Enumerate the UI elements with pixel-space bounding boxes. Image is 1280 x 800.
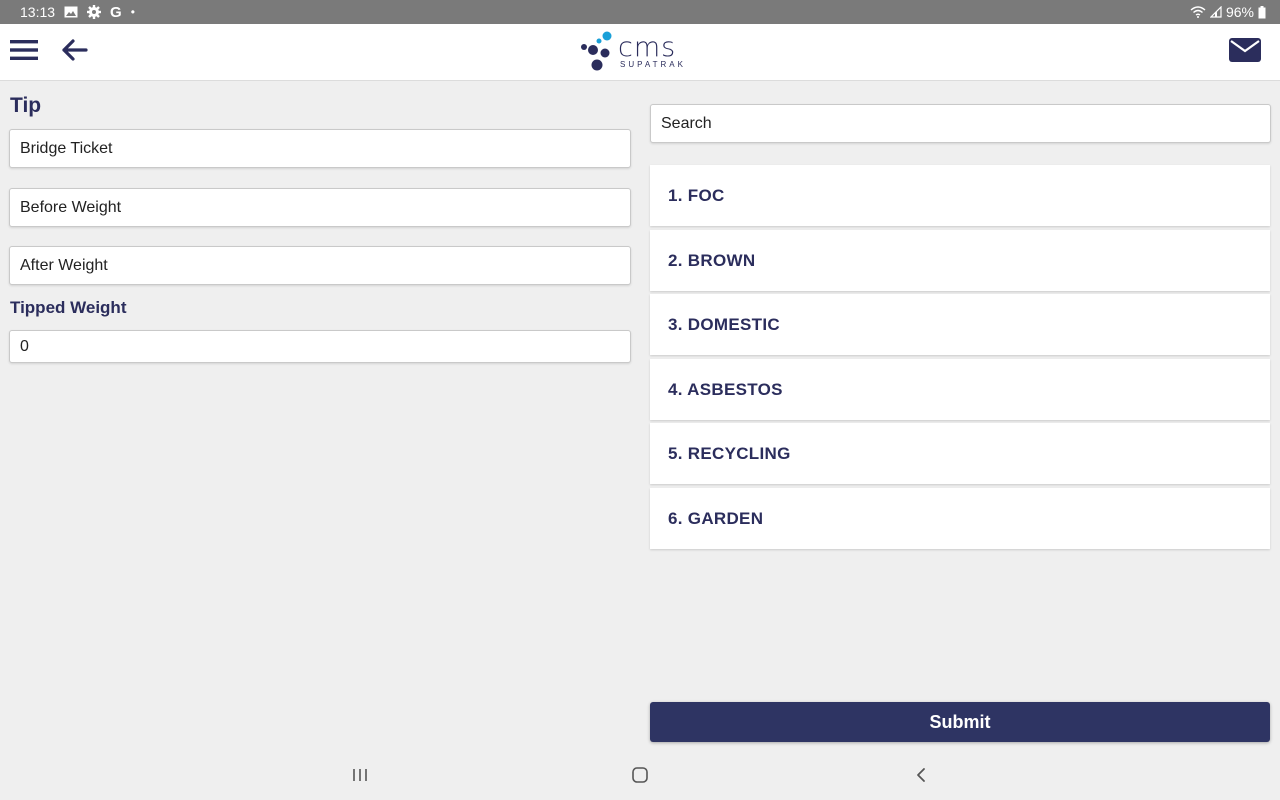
after-weight-input[interactable]: After Weight bbox=[9, 246, 631, 285]
back-button[interactable] bbox=[56, 34, 92, 70]
bridge-ticket-input[interactable]: Bridge Ticket bbox=[9, 129, 631, 168]
tipped-weight-label: Tipped Weight bbox=[10, 298, 127, 317]
before-weight-input[interactable]: Before Weight bbox=[9, 188, 631, 227]
waste-type-item[interactable]: 6. GARDEN bbox=[650, 488, 1270, 549]
waste-type-item[interactable]: 4. ASBESTOS bbox=[650, 359, 1270, 420]
cms-supatrak-logo: cms SUPATRAK bbox=[578, 30, 704, 74]
status-bar: 13:13 G • 96% bbox=[0, 0, 1280, 24]
status-time: 13:13 bbox=[20, 4, 56, 20]
battery-percent: 96% bbox=[1225, 4, 1254, 20]
arrow-left-icon bbox=[60, 38, 88, 67]
recent-apps-icon bbox=[351, 767, 369, 788]
image-icon bbox=[64, 6, 78, 18]
waste-type-item[interactable]: 2. BROWN bbox=[650, 230, 1270, 291]
app-bar: cms SUPATRAK bbox=[0, 24, 1280, 81]
system-back-button[interactable] bbox=[901, 764, 941, 790]
google-icon: G bbox=[110, 3, 122, 21]
signal-icon bbox=[1209, 6, 1222, 18]
home-button[interactable] bbox=[620, 764, 660, 790]
settings-icon bbox=[87, 5, 102, 19]
submit-button[interactable]: Submit bbox=[650, 702, 1270, 742]
logo-text: cms bbox=[618, 32, 677, 63]
search-input[interactable]: Search bbox=[650, 104, 1271, 143]
page-title: Tip bbox=[10, 94, 42, 117]
recent-apps-button[interactable] bbox=[340, 764, 380, 790]
waste-type-item[interactable]: 5. RECYCLING bbox=[650, 423, 1270, 484]
waste-type-item[interactable]: 1. FOC bbox=[650, 165, 1270, 226]
mail-icon bbox=[1229, 37, 1261, 67]
dot-icon: • bbox=[130, 5, 135, 19]
messages-button[interactable] bbox=[1226, 36, 1264, 68]
waste-type-item[interactable]: 3. DOMESTIC bbox=[650, 294, 1270, 355]
home-icon bbox=[631, 766, 649, 789]
wifi-icon bbox=[1190, 6, 1206, 18]
hamburger-icon bbox=[10, 38, 38, 67]
back-icon bbox=[914, 767, 928, 788]
menu-button[interactable] bbox=[6, 34, 42, 70]
tipped-weight-field[interactable]: 0 bbox=[9, 330, 631, 363]
system-nav-bar bbox=[0, 752, 1280, 800]
logo-subtext: SUPATRAK bbox=[620, 60, 686, 69]
battery-icon bbox=[1258, 5, 1266, 19]
